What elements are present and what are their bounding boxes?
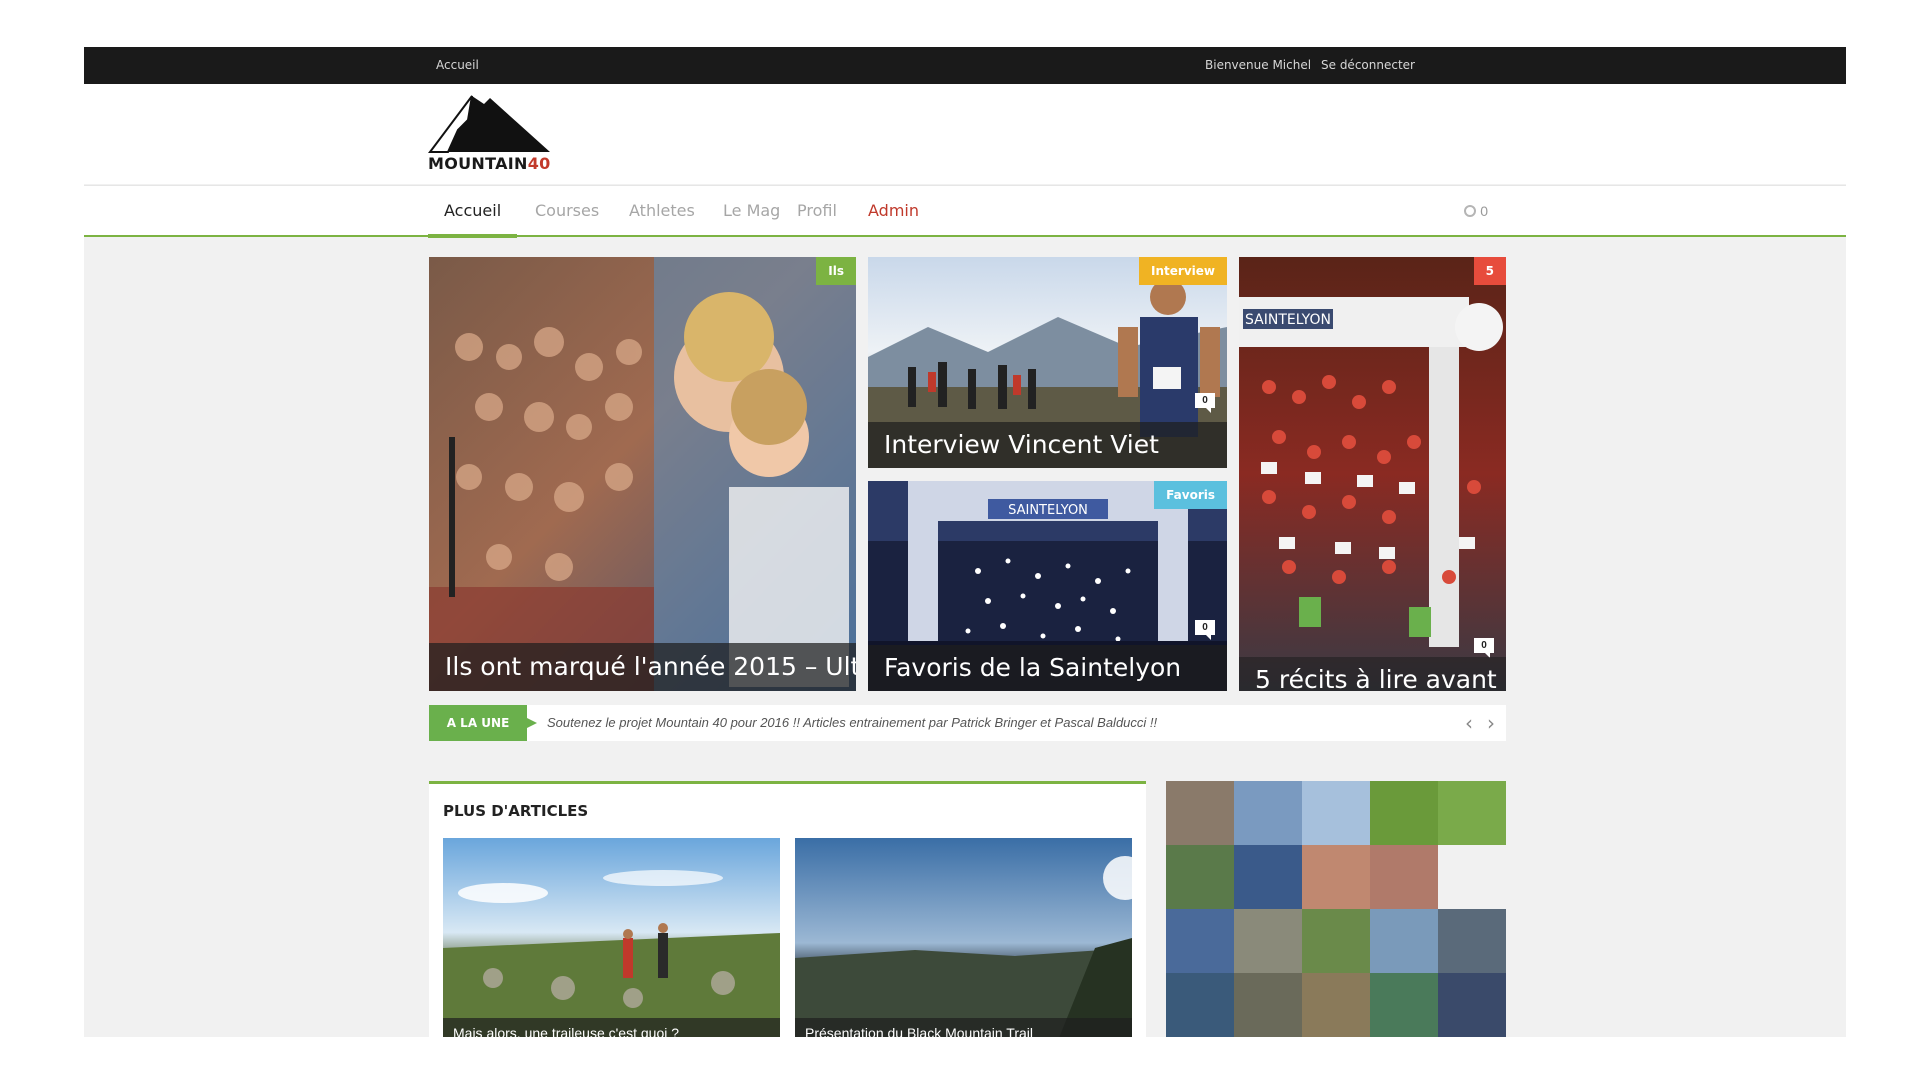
athlete-thumbnail[interactable] — [1166, 973, 1234, 1037]
athlete-thumbnail[interactable] — [1234, 781, 1302, 845]
article-card[interactable]: Présentation du Black Mountain Trail — [795, 838, 1132, 1037]
mountain-logo-icon — [428, 95, 550, 153]
globe-icon — [1464, 205, 1477, 217]
featured-interview-tile[interactable]: Interview 0 Interview Vincent Viet — [868, 257, 1227, 468]
comment-count: 0 — [1474, 638, 1494, 658]
featured-recits-tile[interactable]: SAINTELYON 5 0 5 récits à lire avant la — [1239, 257, 1506, 691]
chevron-right-icon[interactable]: › — [1487, 705, 1495, 741]
athlete-thumbnail[interactable] — [1438, 781, 1506, 845]
category-badge[interactable]: Favoris — [1154, 481, 1227, 509]
nav-profil[interactable]: Profil — [797, 186, 837, 236]
article-title[interactable]: Mais alors, une traileuse c'est quoi ? — [443, 1018, 780, 1037]
featured-title[interactable]: Ils ont marqué l'année 2015 – Ultra — [429, 643, 856, 691]
svg-text:SAINTELYON: SAINTELYON — [1245, 312, 1331, 328]
site-logo[interactable]: MOUNTAIN40 — [428, 90, 558, 178]
nav-admin[interactable]: Admin — [868, 186, 919, 236]
athlete-thumbnail[interactable] — [1302, 973, 1370, 1037]
site-header: MOUNTAIN40 — [84, 84, 1846, 184]
logo-text: MOUNTAIN40 — [428, 154, 551, 173]
nav-le-mag[interactable]: Le Mag — [723, 186, 780, 236]
athlete-thumbnail[interactable] — [1166, 909, 1234, 973]
more-articles-section: PLUS D'ARTICLES Mais alors, une traileus… — [429, 781, 1146, 1037]
athlete-thumbnail[interactable] — [1166, 781, 1234, 845]
logo-number: 40 — [527, 154, 551, 173]
athlete-thumbnail[interactable] — [1234, 973, 1302, 1037]
athlete-thumbnail[interactable] — [1370, 845, 1438, 909]
notification-badge[interactable]: 0 — [1464, 186, 1488, 236]
main-nav: Accueil Courses Athletes Le Mag Profil A… — [84, 185, 1846, 238]
top-bar: Accueil Bienvenue Michel Se déconnecter — [84, 47, 1846, 84]
mountain-valley-photo — [795, 838, 1132, 1037]
featured-title[interactable]: Interview Vincent Viet — [868, 422, 1227, 468]
athlete-thumbnail[interactable] — [1370, 781, 1438, 845]
featured-favoris-tile[interactable]: SAINTELYON Favoris 0 Favoris de la Saint… — [868, 481, 1227, 691]
nav-accueil[interactable]: Accueil — [427, 186, 518, 238]
athlete-thumbnail[interactable] — [1302, 781, 1370, 845]
a-la-une-label: A LA UNE — [429, 705, 537, 741]
notification-count: 0 — [1480, 203, 1488, 219]
article-card[interactable]: Mais alors, une traileuse c'est quoi ? — [443, 838, 780, 1037]
welcome-link[interactable]: Bienvenue Michel — [1205, 47, 1311, 84]
comment-count: 0 — [1195, 393, 1215, 413]
nav-athletes[interactable]: Athletes — [629, 186, 695, 236]
athlete-thumbnail[interactable] — [1302, 845, 1370, 909]
logout-link[interactable]: Se déconnecter — [1321, 47, 1415, 84]
crowd-photo — [429, 257, 856, 691]
article-title[interactable]: Présentation du Black Mountain Trail — [795, 1018, 1132, 1037]
athlete-thumbnail[interactable] — [1234, 845, 1302, 909]
top-home-link[interactable]: Accueil — [436, 47, 479, 84]
section-title: PLUS D'ARTICLES — [443, 802, 589, 820]
chevron-left-icon[interactable]: ‹ — [1465, 705, 1473, 741]
svg-text:SAINTELYON: SAINTELYON — [1008, 503, 1088, 518]
logo-word: MOUNTAIN — [428, 154, 528, 173]
category-badge[interactable]: 5 — [1473, 257, 1506, 285]
category-badge[interactable]: Interview — [1139, 257, 1227, 285]
nav-courses[interactable]: Courses — [535, 186, 599, 236]
news-ticker: A LA UNE Soutenez le projet Mountain 40 … — [429, 705, 1506, 741]
athlete-thumbnail[interactable] — [1370, 973, 1438, 1037]
featured-big-tile[interactable]: Ils Ils ont marqué l'année 2015 – Ultra — [429, 257, 856, 691]
athlete-thumbnail[interactable] — [1438, 973, 1506, 1037]
featured-title[interactable]: Favoris de la Saintelyon — [868, 645, 1227, 691]
athlete-thumbnail[interactable] — [1370, 909, 1438, 973]
category-badge[interactable]: Ils — [816, 257, 856, 285]
featured-title[interactable]: 5 récits à lire avant la — [1239, 657, 1506, 691]
athlete-thumbnail[interactable] — [1302, 909, 1370, 973]
athlete-photo-mosaic — [1166, 781, 1506, 1037]
race-start-photo: SAINTELYON — [1239, 257, 1506, 691]
trail-runners-photo — [443, 838, 780, 1037]
mosaic-empty — [1438, 845, 1506, 909]
athlete-thumbnail[interactable] — [1438, 909, 1506, 973]
website: Accueil Bienvenue Michel Se déconnecter … — [84, 47, 1846, 1037]
athlete-thumbnail[interactable] — [1166, 845, 1234, 909]
news-ticker-text[interactable]: Soutenez le projet Mountain 40 pour 2016… — [547, 705, 1157, 741]
comment-count: 0 — [1195, 620, 1215, 640]
athlete-thumbnail[interactable] — [1234, 909, 1302, 973]
